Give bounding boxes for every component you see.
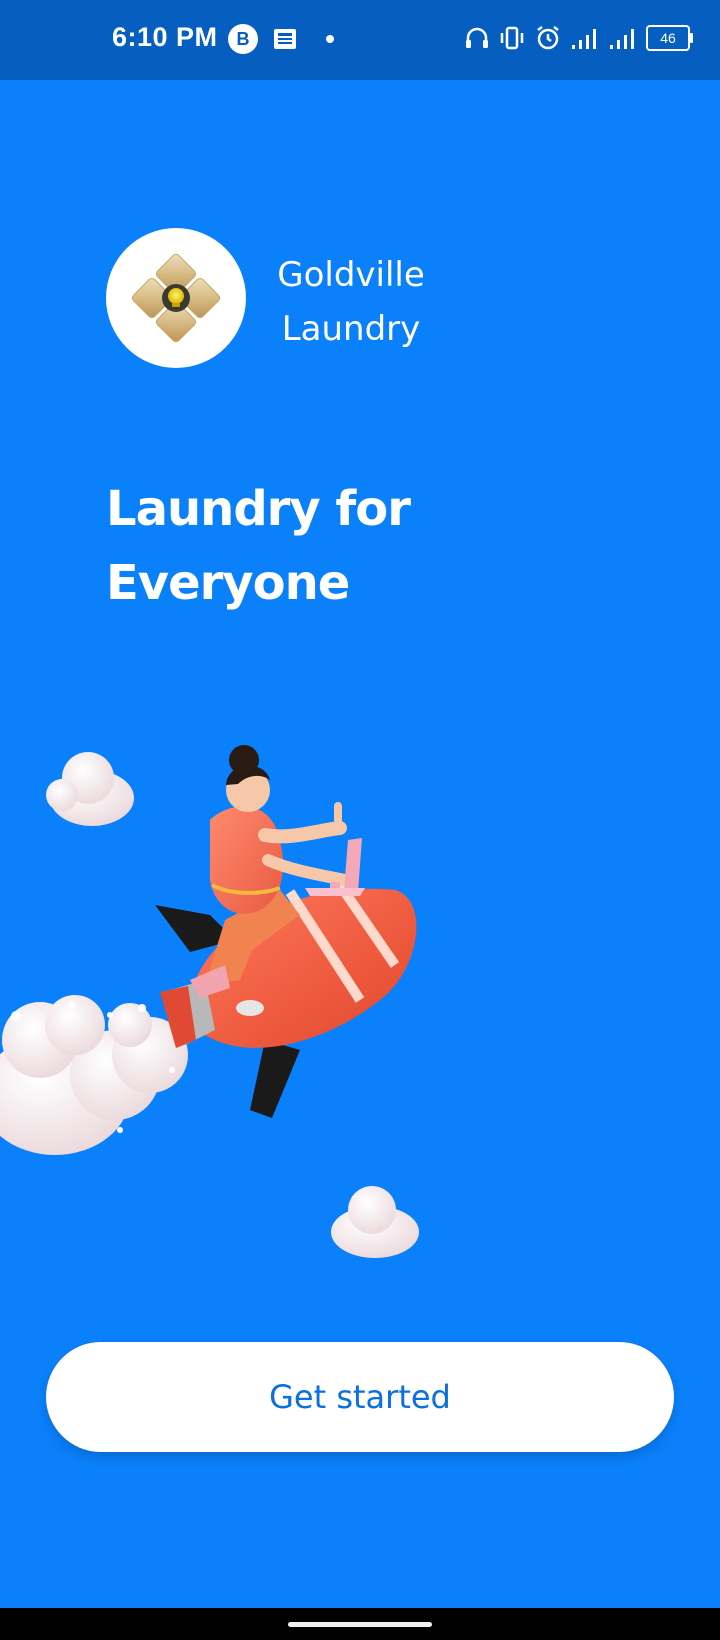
brand-name: Goldville Laundry — [266, 248, 436, 356]
headphones-icon — [466, 27, 488, 48]
battery-icon: 46 — [646, 25, 693, 51]
diamond-lightbulb-logo-icon — [131, 253, 221, 343]
status-left-icons: B — [228, 24, 334, 54]
smoke-cloud — [0, 995, 188, 1155]
signal-icon — [572, 29, 596, 49]
navigation-bar — [0, 1608, 720, 1640]
brand-logo — [106, 228, 246, 368]
badge-letter: B — [236, 28, 250, 49]
brand-name-line1: Goldville — [277, 255, 425, 295]
cloud-top — [46, 752, 134, 826]
headline: Laundry for Everyone — [106, 472, 506, 620]
vibrate-icon — [500, 26, 524, 50]
headline-line1: Laundry for — [106, 481, 411, 537]
status-bar: 6:10 PM B 46 — [0, 0, 720, 80]
status-time: 6:10 PM — [112, 22, 218, 52]
get-started-button[interactable]: Get started — [46, 1342, 674, 1452]
news-icon — [274, 29, 296, 49]
battery-level: 46 — [660, 30, 676, 46]
signal-icon — [610, 29, 634, 49]
get-started-label: Get started — [269, 1378, 451, 1416]
headline-line2: Everyone — [106, 555, 350, 611]
onboarding-screen: 6:10 PM B 46 Goldville Laundry Laundry f… — [0, 0, 720, 1640]
home-indicator[interactable] — [288, 1622, 432, 1627]
alarm-icon — [537, 26, 559, 50]
dot-icon — [326, 35, 334, 43]
cloud-bottom — [331, 1186, 419, 1258]
brand-name-line2: Laundry — [281, 309, 421, 349]
rocket-fin-bottom — [250, 1040, 300, 1118]
status-right-icons: 46 — [464, 24, 693, 52]
woman-riding-rocket-illustration — [0, 745, 419, 1258]
b-circle-icon: B — [228, 24, 258, 54]
